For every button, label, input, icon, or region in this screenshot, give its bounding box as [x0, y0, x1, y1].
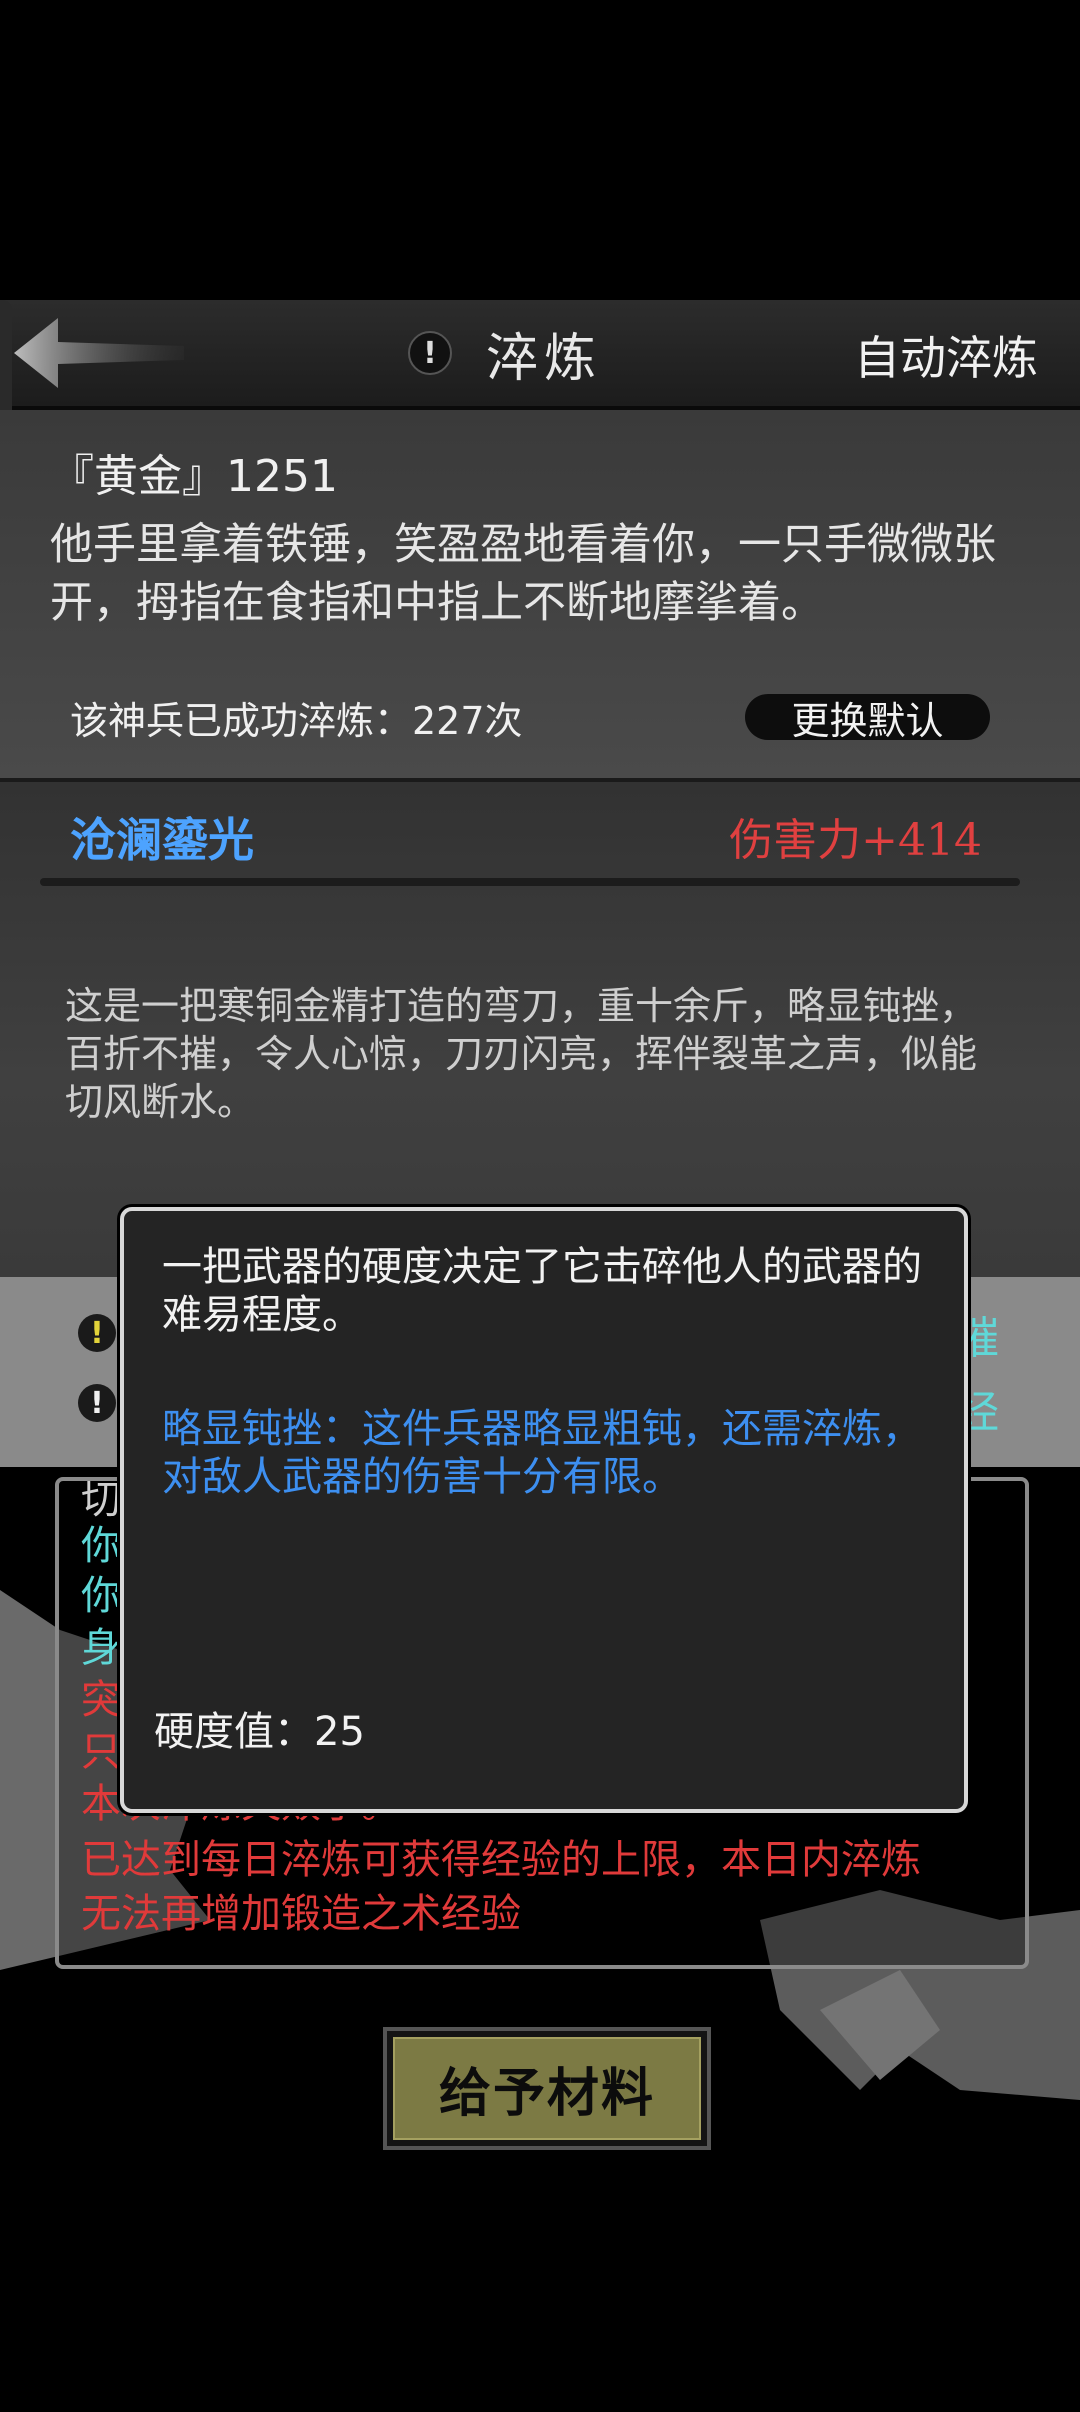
weapon-info-panel: 『黄金』1251 他手里拿着铁锤，笑盈盈地看着你，一只手微微张开，拇指在食指和中… — [0, 410, 1080, 784]
skill-damage: 伤害力+414 — [729, 815, 982, 866]
log-line: 身 — [81, 1625, 121, 1671]
weapon-name: 『黄金』1251 — [50, 451, 338, 502]
log-line: 突 — [81, 1677, 121, 1723]
info-icon[interactable]: ! — [408, 331, 452, 375]
top-bar: ! 淬炼 自动淬炼 — [0, 300, 1080, 410]
divider — [40, 878, 1020, 886]
log-line: 无法再增加锻造之术经验 — [81, 1891, 521, 1937]
tooltip-intro: 一把武器的硬度决定了它击碎他人的武器的难易程度。 — [162, 1244, 922, 1338]
warning-icon[interactable]: ! — [78, 1314, 116, 1352]
tooltip-detail: 略显钝挫：这件兵器略显粗钝，还需淬炼，对敌人武器的伤害十分有限。 — [162, 1406, 922, 1500]
skill-name[interactable]: 沧澜鎏光 — [70, 804, 254, 870]
hardness-tooltip[interactable]: 一把武器的硬度决定了它击碎他人的武器的难易程度。 略显钝挫：这件兵器略显粗钝，还… — [120, 1207, 968, 1813]
skill-panel: 沧澜鎏光 伤害力+414 这是一把寒铜金精打造的弯刀，重十余斤，略显钝挫，百折不… — [0, 782, 1080, 1277]
title-group: ! 淬炼 — [408, 320, 602, 389]
warning-icon[interactable]: ! — [78, 1384, 116, 1422]
change-default-button[interactable]: 更换默认 — [745, 694, 990, 743]
log-line: 你 — [81, 1573, 121, 1619]
auto-refine-button[interactable]: 自动淬炼 — [854, 322, 1038, 388]
refine-count: 该神兵已成功淬炼：227次 — [70, 699, 523, 743]
log-line: 已达到每日淬炼可获得经验的上限，本日内淬炼 — [81, 1837, 921, 1883]
hardness-value: 硬度值：25 — [154, 1709, 365, 1755]
log-line: 只 — [81, 1729, 121, 1775]
skill-description: 这是一把寒铜金精打造的弯刀，重十余斤，略显钝挫，百折不摧，令人心惊，刀刃闪亮，挥… — [65, 984, 978, 1124]
back-arrow-icon[interactable] — [14, 318, 184, 388]
page-title: 淬炼 — [486, 328, 603, 389]
weapon-description: 他手里拿着铁锤，笑盈盈地看着你，一只手微微张开，拇指在食指和中指上不断地摩挲着。 — [50, 520, 996, 628]
give-material-label: 给予材料 — [393, 2037, 701, 2140]
give-material-button[interactable]: 给予材料 — [383, 2027, 711, 2150]
